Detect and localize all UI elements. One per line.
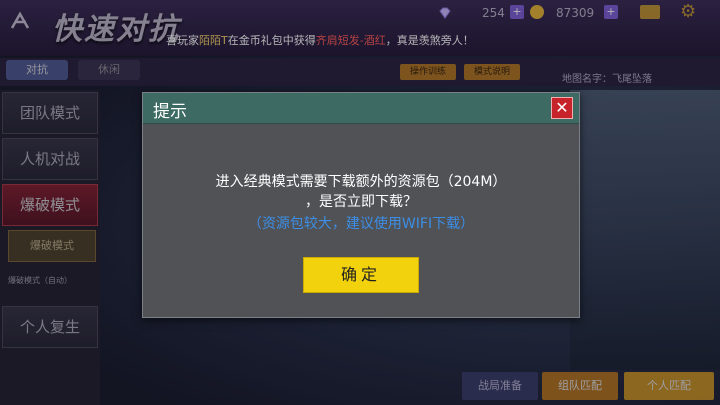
download-dialog: 提示 ✕ 进入经典模式需要下载额外的资源包（204M） ，是否立即下载？ （资源… <box>142 92 580 318</box>
dialog-message-line1: 进入经典模式需要下载额外的资源包（204M） <box>215 174 507 190</box>
close-button[interactable]: ✕ <box>551 97 573 119</box>
confirm-button[interactable]: 确定 <box>303 257 419 293</box>
close-icon: ✕ <box>555 98 569 117</box>
dialog-title: 提示 <box>153 102 187 122</box>
dialog-header: 提示 ✕ <box>143 93 579 124</box>
dialog-wifi-hint: （资源包较大，建议使用WIFI下载） <box>247 216 475 232</box>
dialog-message-line2: ，是否立即下载？ <box>305 194 417 210</box>
